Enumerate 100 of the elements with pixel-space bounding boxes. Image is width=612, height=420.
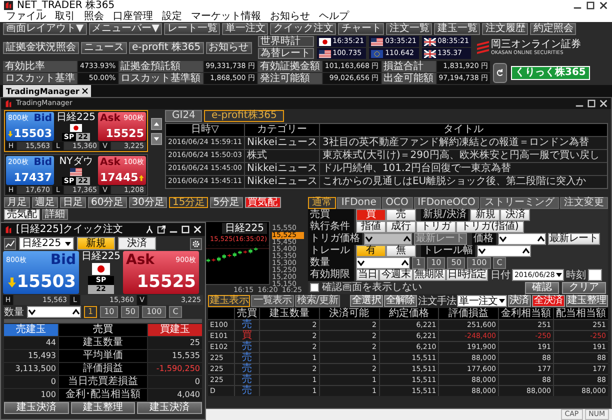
news-tab[interactable]: GI24 [165,110,202,122]
action-button[interactable]: 全決済 [532,295,565,307]
fx-rate-button[interactable]: 為替レート [258,48,314,59]
option-button[interactable]: 日時指定 [446,269,488,281]
option-button[interactable]: 指値 [356,221,386,233]
toolbar-button[interactable]: 単一注文 [222,23,268,35]
time-field[interactable] [588,269,602,281]
news-title[interactable]: これからの見通しはEU離脱ショック後、第二段階に突入か [320,176,607,188]
option-button[interactable]: 売 [386,209,416,221]
view-button[interactable]: 検索/更新 [294,295,340,307]
toolbar-button[interactable]: e-profit 株365 [129,42,204,54]
timeframe-button[interactable]: 5分足 [210,197,243,208]
action-button[interactable]: 全選択 [350,295,383,307]
toolbar-button[interactable]: クイック注文 [270,23,336,35]
quantity-preset-button[interactable]: C [168,306,182,318]
action-button[interactable]: 建玉決済 [137,402,202,414]
action-button[interactable]: 建玉整理 [566,295,608,307]
menu-item[interactable]: ヘルプ [319,11,349,22]
option-button[interactable]: 無 [386,245,416,257]
menu-item[interactable]: ファイル [6,11,46,22]
timeframe-button[interactable]: 60分足 [88,197,127,208]
detail-button[interactable]: 詳細 [42,209,68,220]
popout-icon[interactable] [157,225,166,234]
order-method-dropdown[interactable]: 単一注文 [457,295,507,307]
option-button[interactable]: トリガ [416,221,456,233]
toolbar-button[interactable]: 注文履歴 [482,23,528,35]
action-button[interactable]: 建玉決済 [4,402,69,414]
tool-icon[interactable] [145,225,154,234]
caret-down-icon[interactable] [498,235,507,243]
option-button[interactable]: 今週末 [379,269,413,281]
mode-button[interactable]: 決済 [118,237,156,250]
latest-rate-button[interactable]: 最新レート [548,233,600,245]
news-tab[interactable]: e-profit株365 [204,110,284,122]
settings-icon[interactable] [190,238,202,250]
spin-field[interactable] [27,306,81,318]
maximize-icon[interactable] [586,1,595,10]
caret-down-icon[interactable] [365,235,373,243]
timeframe-button[interactable]: 週足 [32,197,58,208]
order-tab[interactable]: ストリーミング [480,197,559,209]
option-button[interactable]: 有 [356,245,386,257]
menu-item[interactable]: お知らせ [270,11,310,22]
toolbar-button[interactable]: 注文一覧 [386,23,432,35]
option-button[interactable]: 当日 [356,269,380,281]
quote-side-button[interactable]: 売気配 [4,209,40,220]
news-title[interactable]: 3社目の英不動産ファンド解約凍結との報道＝ロンドン為替 [320,137,607,149]
quantity-preset-button[interactable]: 100 [142,306,166,318]
action-button[interactable]: クリア [562,282,606,294]
timeframe-button[interactable]: 月足 [4,197,30,208]
spin-field[interactable] [498,233,546,245]
caret-down-icon[interactable] [498,298,505,304]
toolbar-button[interactable]: 証拠金状況照会 [3,42,79,54]
order-tab[interactable]: IFDoneOCO [414,197,480,209]
menu-item[interactable]: 照会 [84,11,104,22]
option-button[interactable]: 新規 [470,209,500,221]
news-title[interactable]: 東京株式(大引け)＝290円高、欧米株安と円高一服で買い戻し [320,150,607,162]
caret-up-icon[interactable] [72,308,80,316]
quantity-preset-button[interactable]: 1 [412,257,426,269]
scroll-up-button[interactable] [151,118,162,130]
order-tab[interactable]: 注文変更 [560,197,608,209]
action-button[interactable]: 建玉整理 [70,402,136,414]
spin-field[interactable] [477,245,531,257]
scroll-down-button[interactable] [151,133,162,145]
timeframe-button[interactable]: 日足 [60,197,86,208]
option-button[interactable]: 無期限 [412,269,446,281]
timeframe-button[interactable]: 15分足 [169,197,208,208]
toolbar-button[interactable]: レート一覧 [164,23,220,35]
quantity-preset-button[interactable]: 50 [447,257,466,269]
toolbar-button[interactable]: お知らせ [206,42,252,54]
checkbox[interactable] [310,283,319,292]
mode-button[interactable]: 新規 [77,237,116,250]
order-tab[interactable]: IFDone [337,197,381,209]
option-button[interactable]: 成行 [386,221,416,233]
option-button[interactable]: トリガ(指値) [456,221,524,233]
action-button[interactable]: 確認 [525,282,559,294]
caret-up-icon[interactable] [401,259,409,267]
action-button[interactable]: 全解除 [384,295,417,307]
caret-down-icon[interactable] [478,247,486,255]
timeframe-button[interactable]: 30分足 [128,197,168,208]
quantity-preset-button[interactable]: C [492,257,506,269]
close-icon[interactable] [82,88,88,94]
toolbar-button[interactable]: 約定照会 [530,23,576,35]
caret-down-icon[interactable] [28,308,36,316]
view-button[interactable]: 一覧表示 [251,295,294,307]
order-tab[interactable]: OCO [382,197,412,209]
quantity-preset-button[interactable]: 100 [467,257,491,269]
caret-down-icon[interactable] [556,272,562,278]
world-clock-button[interactable]: 世界時計 [258,36,314,47]
quantity-preset-button[interactable]: 50 [121,306,140,318]
toolbar-button[interactable]: メニューバー▼ [88,23,162,35]
toolbar-button[interactable]: 画面レイアウト▼ [3,23,87,35]
line-chart-icon[interactable] [4,238,16,250]
quote-side-button[interactable]: 買気配 [244,197,281,208]
refresh-button[interactable] [493,62,507,82]
caret-down-icon[interactable] [65,240,72,246]
quantity-preset-button[interactable]: 1 [84,306,98,318]
symbol-dropdown[interactable]: 日経225 [19,237,74,250]
menu-item[interactable]: 取引 [55,11,75,22]
toolbar-button[interactable]: 建玉一覧 [434,23,480,35]
option-button[interactable]: 買 [356,209,386,221]
document-tab[interactable]: TradingManager [3,85,92,97]
